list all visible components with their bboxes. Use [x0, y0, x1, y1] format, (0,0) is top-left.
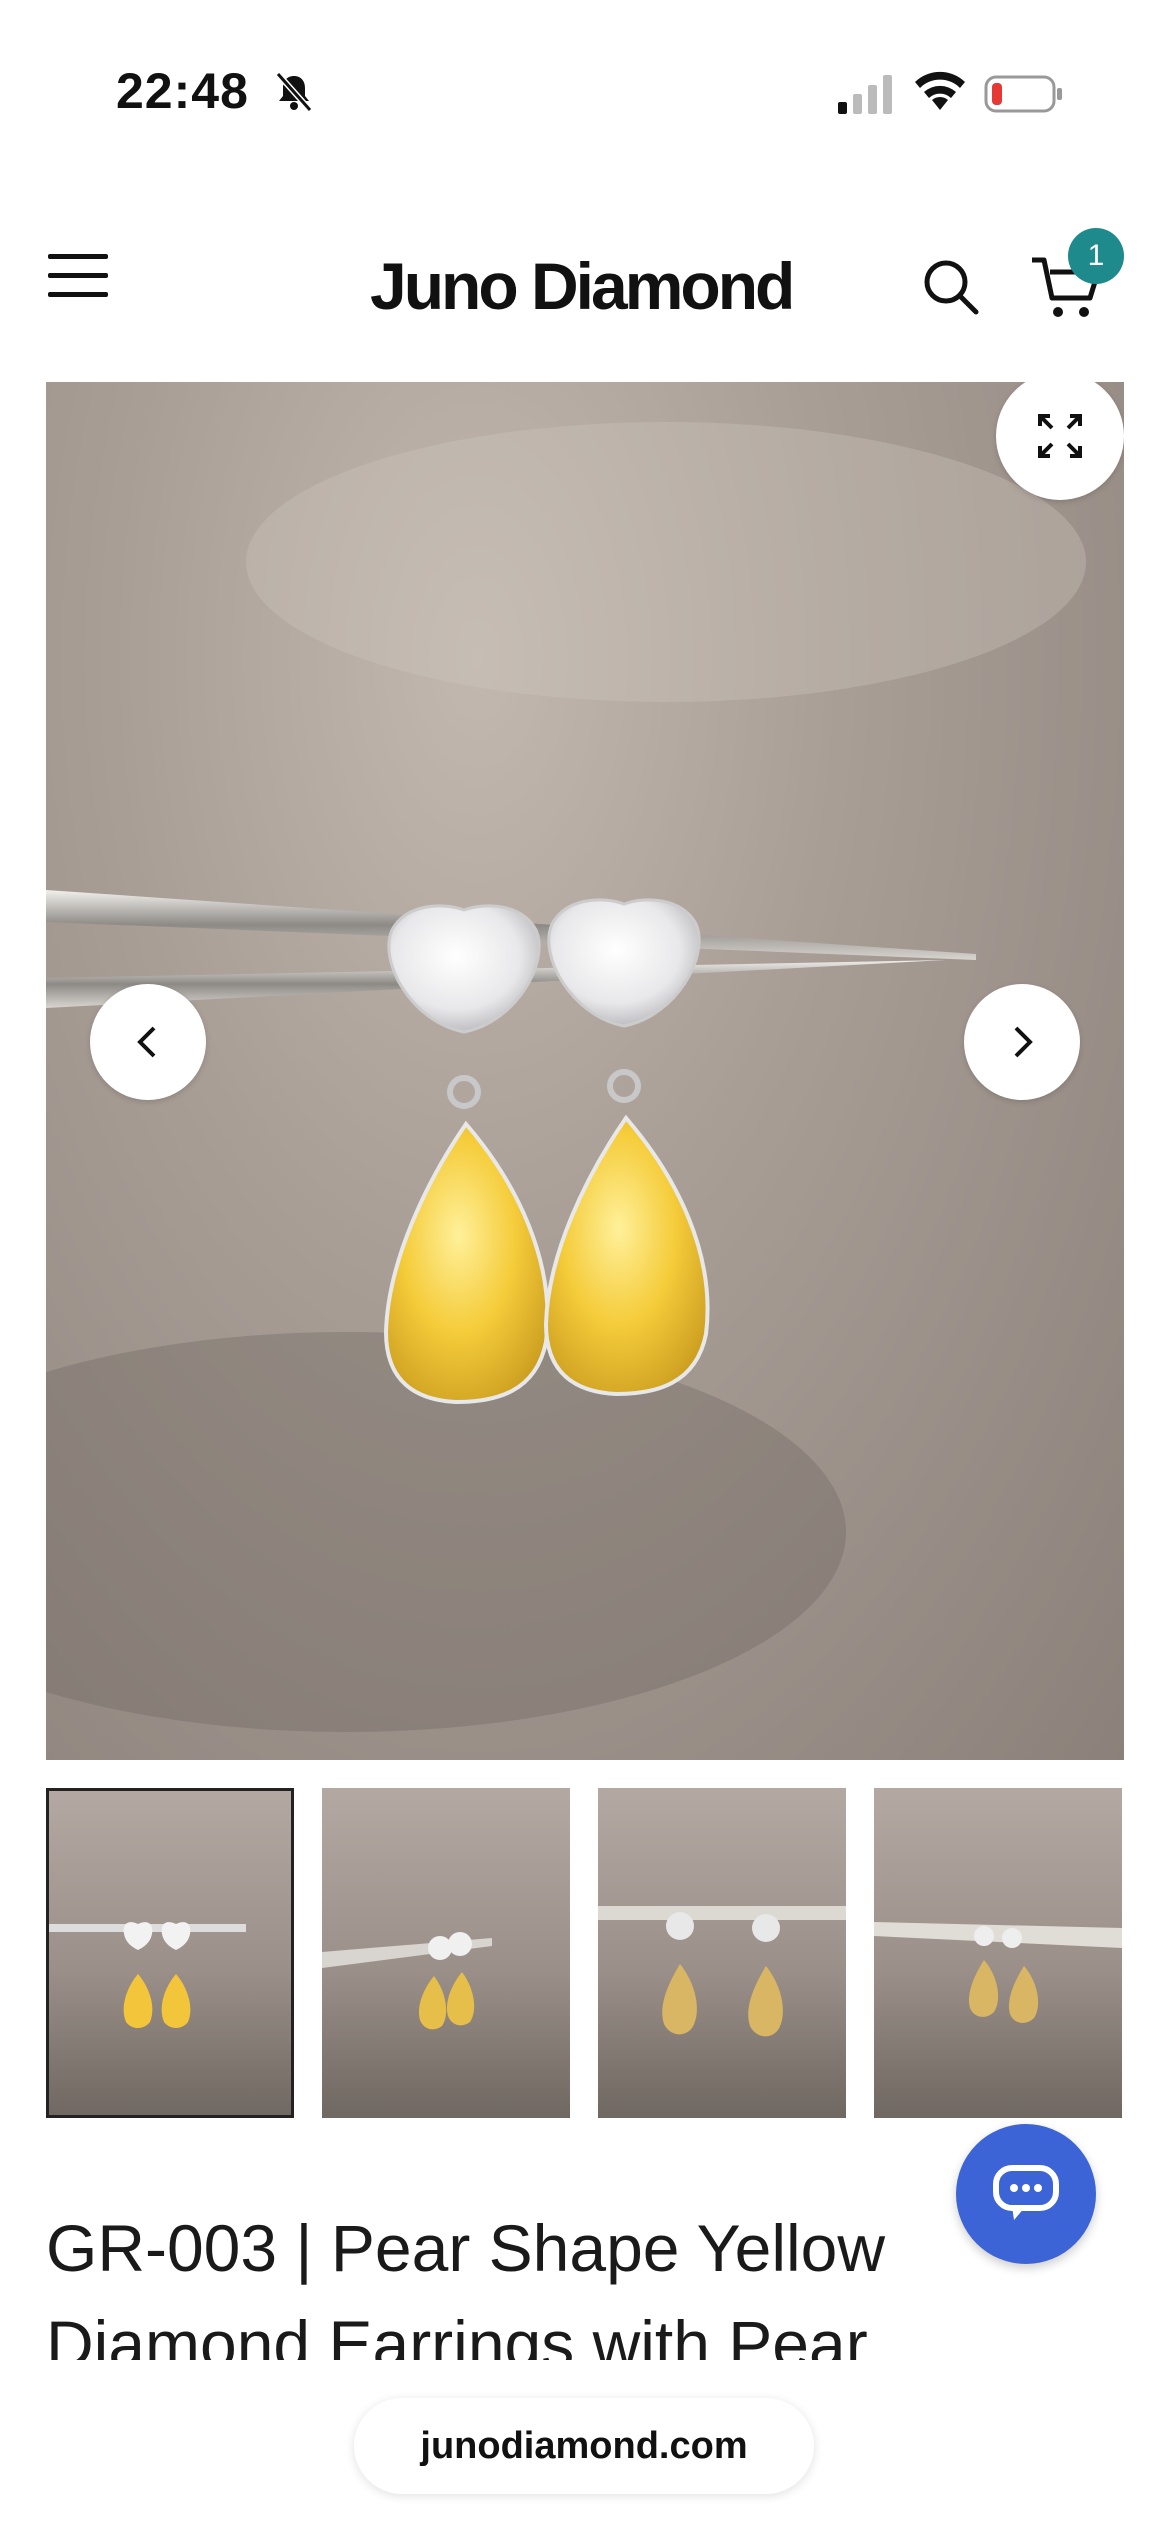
signal-icon: [838, 75, 892, 114]
search-icon[interactable]: [920, 256, 980, 316]
url-bar[interactable]: junodiamond.com: [354, 2398, 814, 2494]
earrings-photo: [46, 422, 1086, 1732]
menu-icon[interactable]: [46, 250, 110, 302]
previous-image-button[interactable]: [90, 984, 206, 1100]
thumbnail-2[interactable]: [322, 1788, 570, 2118]
battery-low-icon: [984, 75, 1062, 113]
chat-icon: [993, 2165, 1059, 2220]
thumbnail-1[interactable]: [46, 1788, 294, 2118]
next-image-button[interactable]: [964, 984, 1080, 1100]
status-bar: 22:48: [0, 0, 1170, 190]
chevron-right-icon: [1014, 1026, 1033, 1058]
wifi-icon: [915, 71, 965, 110]
chat-button[interactable]: [956, 2124, 1096, 2264]
expand-icon: [1038, 414, 1082, 458]
status-time: 22:48: [116, 63, 249, 119]
site-header: Juno Diamond 1: [0, 190, 1170, 380]
cart-count-badge: 1: [1068, 228, 1124, 284]
thumbnail-4[interactable]: [874, 1788, 1122, 2118]
brand-logo[interactable]: Juno Diamond: [370, 248, 795, 324]
product-main-image[interactable]: [46, 382, 1124, 1760]
thumbnail-strip: [46, 1788, 1124, 2118]
bell-slash-icon: [275, 72, 313, 112]
chevron-left-icon: [137, 1026, 156, 1058]
thumbnail-3[interactable]: [598, 1788, 846, 2118]
